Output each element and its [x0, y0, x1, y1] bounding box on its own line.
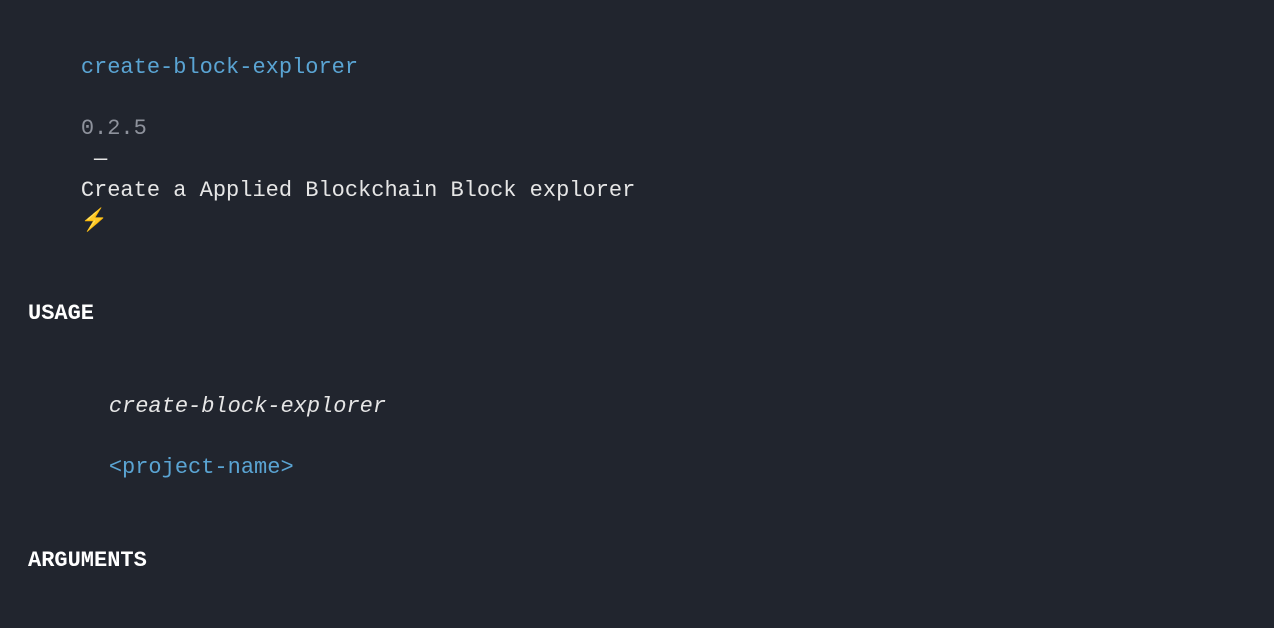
lightning-icon: ⚡	[81, 209, 108, 234]
usage-line: create-block-explorer <project-name>	[28, 361, 1246, 515]
terminal-output: create-block-explorer 0.2.5 — Create a A…	[0, 0, 1274, 628]
space	[81, 86, 94, 111]
cli-name: create-block-explorer	[81, 55, 358, 80]
title-sep: —	[81, 147, 121, 172]
cli-version: 0.2.5	[81, 116, 147, 141]
arguments-heading: ARGUMENTS	[28, 546, 1246, 577]
argument-row: <project-name> Name of your Applied Bloc…	[28, 607, 1246, 628]
cli-description: Create a Applied Blockchain Block explor…	[81, 178, 649, 203]
title-line: create-block-explorer 0.2.5 — Create a A…	[28, 22, 1246, 268]
space	[109, 424, 122, 449]
usage-arg: <project-name>	[109, 455, 294, 480]
usage-heading: USAGE	[28, 299, 1246, 330]
usage-cmd: create-block-explorer	[109, 394, 386, 419]
